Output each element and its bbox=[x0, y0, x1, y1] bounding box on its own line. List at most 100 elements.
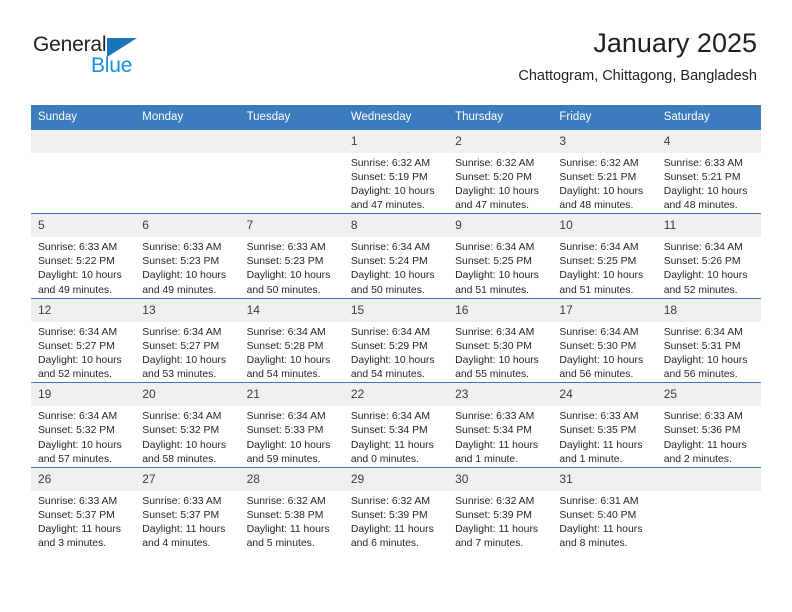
calendar-day-cell-empty bbox=[239, 129, 344, 214]
daylight-duration-line1: Daylight: 10 hours bbox=[246, 270, 331, 282]
sunrise-time: Sunrise: 6:34 AM bbox=[663, 242, 743, 254]
calendar-day-cell[interactable]: 26 Sunrise: 6:33 AM Sunset: 5:37 PM Dayligh… bbox=[31, 466, 136, 552]
sunrise-time: Sunrise: 6:33 AM bbox=[142, 495, 222, 507]
calendar-day-cell[interactable]: 24 Sunrise: 6:33 AM Sunset: 5:35 PM Dayligh… bbox=[552, 382, 657, 468]
daylight-duration-line1: Daylight: 10 hours bbox=[350, 185, 435, 197]
daylight-duration-line1: Daylight: 10 hours bbox=[559, 270, 644, 282]
sunrise-time: Sunrise: 6:31 AM bbox=[559, 495, 639, 507]
calendar-day-cell[interactable]: 22 Sunrise: 6:34 AM Sunset: 5:34 PM Dayligh… bbox=[343, 382, 449, 468]
daylight-duration-line2: and 1 minute. bbox=[559, 453, 623, 465]
calendar-day-cell[interactable]: 16 Sunrise: 6:34 AM Sunset: 5:30 PM Dayligh… bbox=[448, 297, 553, 383]
logo-text-blue: Blue bbox=[91, 54, 133, 77]
daylight-duration-line2: and 1 minute. bbox=[455, 453, 519, 465]
calendar-week-row: 5 Sunrise: 6:33 AM Sunset: 5:22 PM Daylight… bbox=[31, 213, 761, 299]
daylight-duration-line1: Daylight: 11 hours bbox=[455, 439, 539, 451]
sunrise-time: Sunrise: 6:32 AM bbox=[559, 157, 639, 169]
calendar-day-cell[interactable]: 8 Sunrise: 6:34 AM Sunset: 5:24 PM Daylight… bbox=[343, 213, 449, 299]
calendar-day-cell[interactable]: 12 Sunrise: 6:34 AM Sunset: 5:27 PM Dayligh… bbox=[31, 297, 136, 383]
weekday-header-tuesday: Tuesday bbox=[239, 105, 344, 130]
calendar-day-cell[interactable]: 30 Sunrise: 6:32 AM Sunset: 5:39 PM Dayligh… bbox=[448, 466, 553, 552]
calendar-day-cell[interactable]: 2 Sunrise: 6:32 AM Sunset: 5:20 PM Daylight… bbox=[448, 129, 553, 214]
daylight-duration-line2: and 54 minutes. bbox=[246, 369, 321, 381]
sunrise-time: Sunrise: 6:34 AM bbox=[246, 326, 326, 338]
calendar-day-cell[interactable]: 9 Sunrise: 6:34 AM Sunset: 5:25 PM Daylight… bbox=[448, 213, 553, 299]
daylight-duration-line1: Daylight: 10 hours bbox=[663, 355, 748, 367]
sunrise-time: Sunrise: 6:34 AM bbox=[559, 242, 639, 254]
day-number: 8 bbox=[343, 214, 449, 238]
calendar-day-cell[interactable]: 29 Sunrise: 6:32 AM Sunset: 5:39 PM Dayligh… bbox=[343, 466, 449, 552]
calendar-day-cell[interactable]: 13 Sunrise: 6:34 AM Sunset: 5:27 PM Dayligh… bbox=[135, 297, 240, 383]
day-details: Sunrise: 6:34 AM Sunset: 5:34 PM Daylight:… bbox=[344, 406, 448, 467]
daylight-duration-line2: and 56 minutes. bbox=[559, 369, 634, 381]
calendar-day-cell[interactable]: 18 Sunrise: 6:34 AM Sunset: 5:31 PM Dayligh… bbox=[656, 297, 761, 383]
daylight-duration-line2: and 2 minutes. bbox=[663, 453, 732, 465]
day-details: Sunrise: 6:34 AM Sunset: 5:24 PM Daylight:… bbox=[344, 237, 448, 298]
sunrise-time: Sunrise: 6:34 AM bbox=[246, 411, 326, 423]
calendar-day-cell[interactable]: 21 Sunrise: 6:34 AM Sunset: 5:33 PM Dayligh… bbox=[239, 382, 344, 468]
sunrise-time: Sunrise: 6:32 AM bbox=[350, 157, 430, 169]
sunrise-time: Sunrise: 6:34 AM bbox=[38, 326, 118, 338]
logo-text-general: General bbox=[33, 33, 107, 56]
calendar-day-cell[interactable]: 17 Sunrise: 6:34 AM Sunset: 5:30 PM Dayligh… bbox=[552, 297, 657, 383]
calendar-day-cell[interactable]: 3 Sunrise: 6:32 AM Sunset: 5:21 PM Daylight… bbox=[552, 129, 657, 214]
day-details: Sunrise: 6:34 AM Sunset: 5:27 PM Daylight:… bbox=[135, 322, 239, 383]
calendar-day-cell[interactable]: 6 Sunrise: 6:33 AM Sunset: 5:23 PM Daylight… bbox=[135, 213, 240, 299]
calendar-day-cell[interactable]: 4 Sunrise: 6:33 AM Sunset: 5:21 PM Daylight… bbox=[656, 129, 761, 214]
calendar-day-cell[interactable]: 14 Sunrise: 6:34 AM Sunset: 5:28 PM Dayligh… bbox=[239, 297, 344, 383]
daylight-duration-line2: and 53 minutes. bbox=[142, 369, 217, 381]
calendar-day-cell[interactable]: 23 Sunrise: 6:33 AM Sunset: 5:34 PM Dayligh… bbox=[448, 382, 553, 468]
sunset-time: Sunset: 5:32 PM bbox=[142, 425, 220, 437]
day-details: Sunrise: 6:33 AM Sunset: 5:37 PM Daylight:… bbox=[135, 491, 239, 552]
calendar-day-cell[interactable]: 25 Sunrise: 6:33 AM Sunset: 5:36 PM Dayligh… bbox=[656, 382, 761, 468]
day-number: 24 bbox=[552, 383, 657, 407]
day-details: Sunrise: 6:33 AM Sunset: 5:36 PM Daylight:… bbox=[657, 406, 761, 467]
day-details: Sunrise: 6:32 AM Sunset: 5:19 PM Daylight:… bbox=[344, 153, 448, 214]
calendar-day-cell[interactable]: 27 Sunrise: 6:33 AM Sunset: 5:37 PM Dayligh… bbox=[135, 466, 240, 552]
daylight-duration-line1: Daylight: 11 hours bbox=[350, 524, 434, 536]
day-number: 30 bbox=[448, 467, 553, 491]
weekday-header-saturday: Saturday bbox=[656, 105, 761, 130]
sunrise-time: Sunrise: 6:34 AM bbox=[38, 411, 118, 423]
daylight-duration-line2: and 49 minutes. bbox=[142, 284, 217, 296]
calendar-day-cell[interactable]: 15 Sunrise: 6:34 AM Sunset: 5:29 PM Dayligh… bbox=[343, 297, 449, 383]
day-details: Sunrise: 6:34 AM Sunset: 5:30 PM Daylight:… bbox=[448, 322, 552, 383]
daylight-duration-line1: Daylight: 10 hours bbox=[663, 270, 748, 282]
daylight-duration-line2: and 52 minutes. bbox=[663, 284, 738, 296]
calendar-day-cell[interactable]: 10 Sunrise: 6:34 AM Sunset: 5:25 PM Dayligh… bbox=[552, 213, 657, 299]
calendar-body: 1 Sunrise: 6:32 AM Sunset: 5:19 PM Daylight… bbox=[31, 129, 761, 552]
sunset-time: Sunset: 5:20 PM bbox=[455, 171, 532, 183]
sunrise-time: Sunrise: 6:33 AM bbox=[663, 411, 743, 423]
day-details: Sunrise: 6:34 AM Sunset: 5:25 PM Daylight:… bbox=[448, 237, 552, 298]
sunset-time: Sunset: 5:23 PM bbox=[142, 256, 220, 268]
sunrise-time: Sunrise: 6:32 AM bbox=[455, 157, 535, 169]
sunset-time: Sunset: 5:30 PM bbox=[455, 340, 532, 352]
sunset-time: Sunset: 5:21 PM bbox=[663, 171, 741, 183]
calendar-day-cell[interactable]: 7 Sunrise: 6:33 AM Sunset: 5:23 PM Daylight… bbox=[239, 213, 344, 299]
calendar-day-cell-empty bbox=[31, 129, 136, 214]
calendar-day-cell[interactable]: 20 Sunrise: 6:34 AM Sunset: 5:32 PM Dayligh… bbox=[135, 382, 240, 468]
sunset-time: Sunset: 5:24 PM bbox=[350, 256, 428, 268]
day-details: Sunrise: 6:33 AM Sunset: 5:34 PM Daylight:… bbox=[448, 406, 552, 467]
sunrise-time: Sunrise: 6:34 AM bbox=[663, 326, 743, 338]
sunset-time: Sunset: 5:25 PM bbox=[559, 256, 637, 268]
day-details: Sunrise: 6:33 AM Sunset: 5:35 PM Daylight:… bbox=[552, 406, 656, 467]
daylight-duration-line2: and 59 minutes. bbox=[246, 453, 321, 465]
daylight-duration-line2: and 55 minutes. bbox=[455, 369, 530, 381]
sunset-time: Sunset: 5:26 PM bbox=[663, 256, 741, 268]
day-details: Sunrise: 6:34 AM Sunset: 5:25 PM Daylight:… bbox=[552, 237, 656, 298]
daylight-duration-line2: and 8 minutes. bbox=[559, 538, 628, 550]
calendar-day-cell[interactable]: 5 Sunrise: 6:33 AM Sunset: 5:22 PM Daylight… bbox=[31, 213, 136, 299]
calendar-day-cell[interactable]: 11 Sunrise: 6:34 AM Sunset: 5:26 PM Dayligh… bbox=[656, 213, 761, 299]
daylight-duration-line2: and 7 minutes. bbox=[455, 538, 524, 550]
day-details: Sunrise: 6:32 AM Sunset: 5:38 PM Daylight:… bbox=[240, 491, 344, 552]
sunset-time: Sunset: 5:32 PM bbox=[38, 425, 115, 437]
calendar-day-cell[interactable]: 31 Sunrise: 6:31 AM Sunset: 5:40 PM Dayligh… bbox=[552, 466, 657, 552]
daylight-duration-line1: Daylight: 10 hours bbox=[142, 270, 227, 282]
day-details: Sunrise: 6:32 AM Sunset: 5:39 PM Daylight:… bbox=[344, 491, 448, 552]
day-number: 26 bbox=[31, 467, 136, 491]
daylight-duration-line2: and 54 minutes. bbox=[350, 369, 425, 381]
calendar-day-cell[interactable]: 1 Sunrise: 6:32 AM Sunset: 5:19 PM Daylight… bbox=[343, 129, 449, 214]
calendar-day-cell[interactable]: 28 Sunrise: 6:32 AM Sunset: 5:38 PM Dayligh… bbox=[239, 466, 344, 552]
day-number: 19 bbox=[31, 383, 136, 407]
calendar-day-cell[interactable]: 19 Sunrise: 6:34 AM Sunset: 5:32 PM Dayligh… bbox=[31, 382, 136, 468]
